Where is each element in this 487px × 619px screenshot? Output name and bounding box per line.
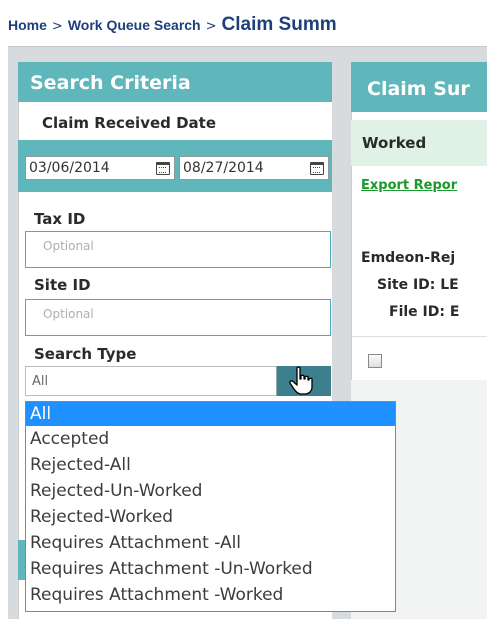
tax-id-input[interactable]: Optional: [25, 231, 331, 268]
breadcrumb-separator: >: [51, 19, 63, 34]
left-panel-accent: [18, 540, 25, 580]
export-report-link[interactable]: Export Repor: [361, 178, 457, 193]
emdeon-rejected-title: Emdeon-Rej: [361, 250, 456, 266]
site-id-text: Site ID: LE: [377, 277, 459, 293]
option-requires-attachment-un-worked[interactable]: Requires Attachment -Un-Worked: [26, 556, 395, 582]
option-requires-attachment-all[interactable]: Requires Attachment -All: [26, 530, 395, 556]
tax-id-label: Tax ID: [34, 210, 86, 228]
select-all-checkbox[interactable]: [368, 354, 382, 368]
option-requires-attachment-worked[interactable]: Requires Attachment -Worked: [26, 582, 395, 608]
search-criteria-header: Search Criteria: [18, 62, 332, 102]
search-type-label: Search Type: [34, 345, 137, 363]
option-all[interactable]: All: [26, 402, 395, 426]
search-type-options-list[interactable]: All Accepted Rejected-All Rejected-Un-Wo…: [25, 401, 396, 612]
hand-pointer-cursor-icon: [289, 366, 313, 395]
claim-received-date-title: Claim Received Date: [42, 114, 217, 132]
worked-label: Worked: [351, 120, 487, 166]
claim-summary-header: Claim Sur: [351, 62, 487, 112]
breadcrumb-separator: >: [205, 19, 217, 34]
breadcrumb: Home > Work Queue Search > Claim Summ: [0, 0, 487, 46]
divider: [351, 336, 487, 337]
end-date-input[interactable]: 08/27/2014: [179, 156, 329, 180]
breadcrumb-current-page: Claim Summ: [221, 14, 337, 35]
option-rejected-worked[interactable]: Rejected-Worked: [26, 504, 395, 530]
option-rejected-all[interactable]: Rejected-All: [26, 452, 395, 478]
site-id-label: Site ID: [34, 276, 91, 294]
start-date-input[interactable]: 03/06/2014: [25, 156, 175, 180]
option-accepted[interactable]: Accepted: [26, 426, 395, 452]
site-id-input[interactable]: Optional: [25, 299, 331, 336]
calendar-icon[interactable]: [156, 162, 170, 175]
breadcrumb-home-link[interactable]: Home: [8, 17, 47, 33]
breadcrumb-work-queue-link[interactable]: Work Queue Search: [68, 17, 201, 33]
option-rejected-un-worked[interactable]: Rejected-Un-Worked: [26, 478, 395, 504]
calendar-icon[interactable]: [310, 162, 324, 175]
end-date-value: 08/27/2014: [183, 160, 264, 176]
file-id-text: File ID: E: [389, 304, 460, 320]
start-date-value: 03/06/2014: [29, 160, 110, 176]
